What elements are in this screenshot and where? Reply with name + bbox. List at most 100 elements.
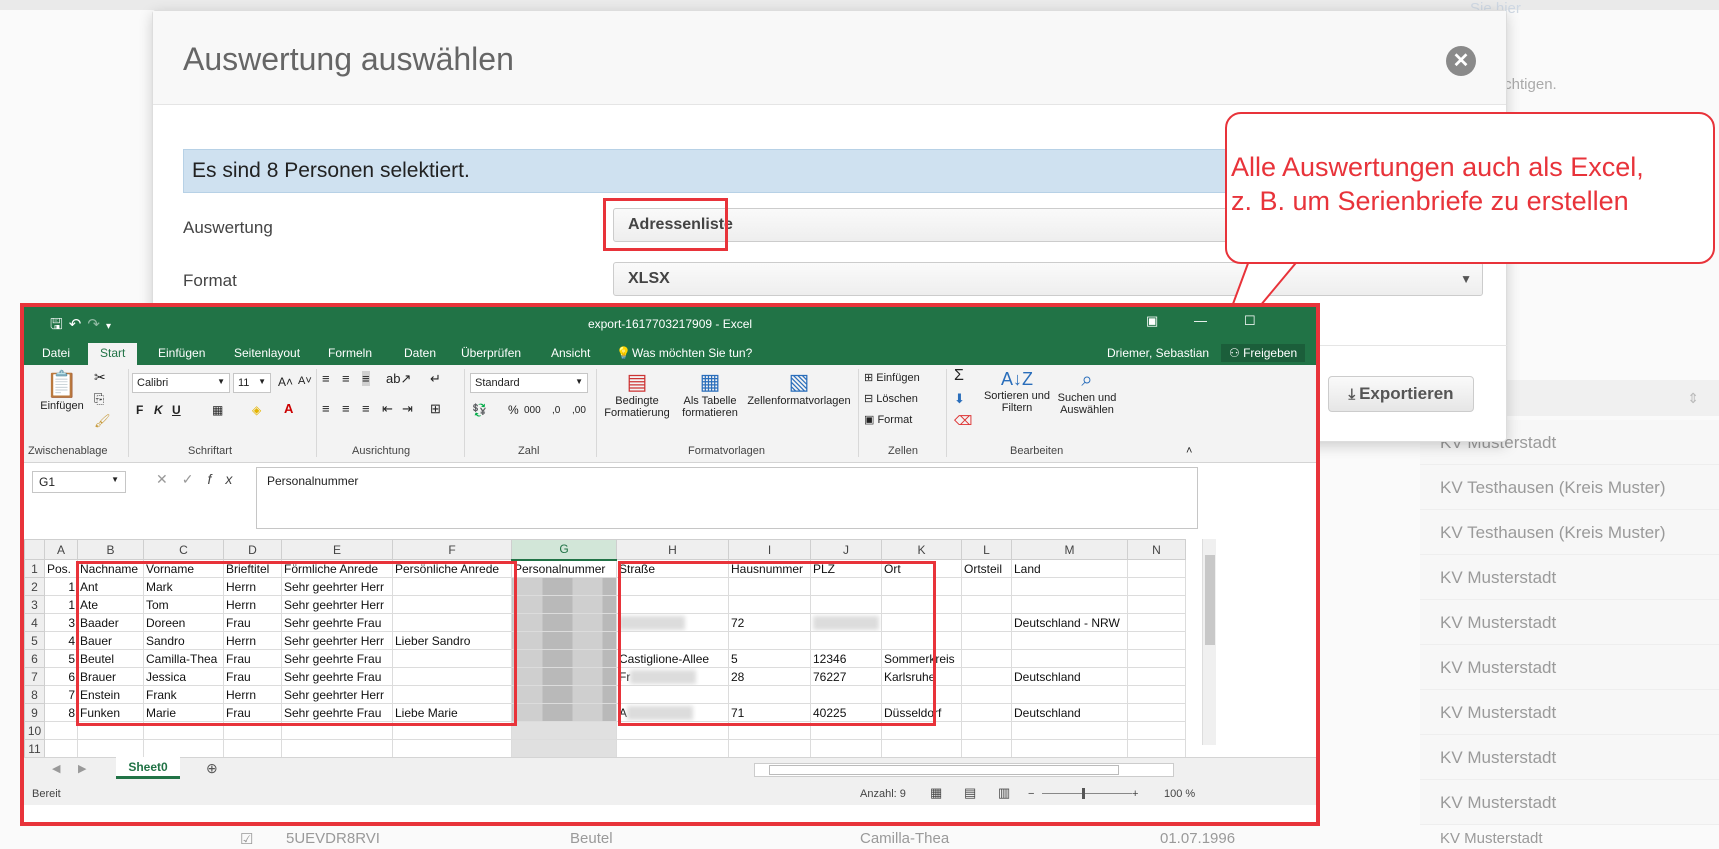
wrap-text-icon[interactable]: ↵ [430, 371, 441, 387]
cell[interactable] [961, 667, 1012, 686]
function-icon[interactable]: fx [207, 471, 246, 487]
cell[interactable] [143, 739, 224, 758]
cancel-icon[interactable]: ✕ [156, 471, 182, 487]
tab-daten[interactable]: Daten [404, 346, 436, 360]
sort-filter-button[interactable]: A↓Z Sortieren und Filtern [982, 369, 1052, 414]
cell[interactable] [1127, 595, 1186, 614]
tab-datei[interactable]: Datei [42, 346, 70, 360]
bold-icon[interactable]: F [136, 403, 143, 417]
row-header[interactable]: 5 [24, 631, 45, 650]
align-right-icon[interactable]: ≡ [362, 401, 370, 416]
normal-view-icon[interactable]: ▦ [930, 785, 942, 801]
tell-me-icon[interactable]: 💡 [616, 346, 631, 360]
cell[interactable]: Deutschland [1011, 703, 1128, 722]
close-icon[interactable]: ✕ [1446, 46, 1476, 76]
zoom-in-icon[interactable]: + [1132, 788, 1138, 800]
column-header[interactable]: K [881, 539, 962, 560]
row-header[interactable]: 6 [24, 649, 45, 668]
column-header[interactable]: B [77, 539, 144, 560]
cell[interactable] [281, 739, 393, 758]
cell[interactable] [511, 595, 617, 614]
column-header[interactable]: E [281, 539, 393, 560]
cell[interactable] [1127, 613, 1186, 632]
cell[interactable] [1011, 721, 1128, 740]
paste-button[interactable]: 📋 Einfügen [38, 369, 86, 412]
cell[interactable] [1127, 559, 1186, 578]
collapse-ribbon-icon[interactable]: ˄ [1186, 445, 1192, 457]
cell[interactable] [511, 667, 617, 686]
zoom-out-icon[interactable]: − [1028, 788, 1034, 800]
cell[interactable]: 5 [44, 649, 78, 668]
cell[interactable] [961, 649, 1012, 668]
column-header[interactable]: G [511, 539, 617, 561]
share-button[interactable]: ⚇ Freigeben [1221, 344, 1306, 362]
shrink-font-icon[interactable]: A˅ [298, 375, 312, 387]
cell[interactable] [1127, 739, 1186, 758]
percent-icon[interactable]: % [508, 403, 519, 417]
cell[interactable] [1127, 703, 1186, 722]
find-select-button[interactable]: ⌕ Suchen und Auswählen [1054, 369, 1120, 416]
row-header[interactable]: 11 [24, 739, 45, 758]
column-header[interactable]: F [392, 539, 512, 560]
maximize-icon[interactable]: ☐ [1244, 313, 1256, 329]
cell[interactable] [961, 595, 1012, 614]
tab-seitenlayout[interactable]: Seitenlayout [234, 346, 300, 360]
user-name[interactable]: Driemer, Sebastian [1107, 346, 1209, 360]
conditional-format-button[interactable]: ▤ Bedingte Formatierung [602, 369, 672, 419]
cell[interactable]: Ortsteil [961, 559, 1012, 578]
autosum-icon[interactable]: Σ [954, 367, 964, 385]
cell[interactable] [616, 739, 729, 758]
name-box[interactable]: G1 ▼ [32, 471, 126, 493]
font-name-select[interactable]: Calibri ▼ [132, 373, 230, 393]
cell[interactable] [511, 631, 617, 650]
cut-icon[interactable]: ✂ [94, 369, 106, 386]
cell[interactable] [1011, 685, 1128, 704]
cell[interactable] [1011, 631, 1128, 650]
decrease-indent-icon[interactable]: ⇤ [382, 401, 393, 417]
font-size-select[interactable]: 11 ▼ [233, 373, 271, 393]
row-header[interactable]: 2 [24, 577, 45, 596]
cell[interactable]: Land [1011, 559, 1128, 578]
column-header[interactable]: H [616, 539, 729, 560]
merge-icon[interactable]: ⊞ [430, 401, 441, 417]
align-middle-icon[interactable]: ≡ [342, 371, 350, 386]
sheet-prev-icon[interactable]: ◀ [52, 762, 60, 775]
cell[interactable]: 3 [44, 613, 78, 632]
confirm-icon[interactable]: ✓ [182, 471, 208, 487]
format-select[interactable]: XLSX ▼ [613, 262, 1483, 296]
page-layout-icon[interactable]: ▤ [964, 785, 976, 801]
increase-indent-icon[interactable]: ⇥ [402, 401, 413, 417]
cells-delete-button[interactable]: ⊟ Löschen [864, 392, 918, 405]
row-header[interactable]: 3 [24, 595, 45, 614]
cells-format-button[interactable]: ▣ Format [864, 413, 912, 426]
cell[interactable] [511, 649, 617, 668]
sheet-tab[interactable]: Sheet0 [116, 757, 180, 779]
cell[interactable] [77, 739, 144, 758]
cell[interactable] [1127, 685, 1186, 704]
checkbox-icon[interactable]: ☑ [240, 830, 253, 848]
select-all-corner[interactable] [24, 539, 45, 560]
cell[interactable] [961, 577, 1012, 596]
cell[interactable]: 8 [44, 703, 78, 722]
column-header[interactable]: D [223, 539, 282, 560]
row-header[interactable]: 7 [24, 667, 45, 686]
cell[interactable]: Deutschland [1011, 667, 1128, 686]
column-header[interactable]: L [961, 539, 1012, 560]
scroll-thumb[interactable] [1205, 555, 1215, 645]
underline-icon[interactable]: U [172, 403, 181, 417]
cells-insert-button[interactable]: ⊞ Einfügen [864, 371, 920, 384]
format-as-table-button[interactable]: ▦ Als Tabelle formatieren [680, 369, 740, 419]
cell[interactable] [961, 613, 1012, 632]
cell[interactable] [44, 721, 78, 740]
cell[interactable] [1127, 577, 1186, 596]
cell[interactable]: 1 [44, 577, 78, 596]
cell[interactable] [1011, 739, 1128, 758]
cell[interactable] [223, 739, 282, 758]
column-header[interactable]: I [728, 539, 811, 560]
row-header[interactable]: 1 [24, 559, 45, 578]
cell[interactable] [881, 739, 962, 758]
row-header[interactable]: 9 [24, 703, 45, 722]
cell[interactable]: 6 [44, 667, 78, 686]
italic-icon[interactable]: K [154, 403, 163, 417]
decrease-decimal-icon[interactable]: ,00 [572, 405, 586, 416]
